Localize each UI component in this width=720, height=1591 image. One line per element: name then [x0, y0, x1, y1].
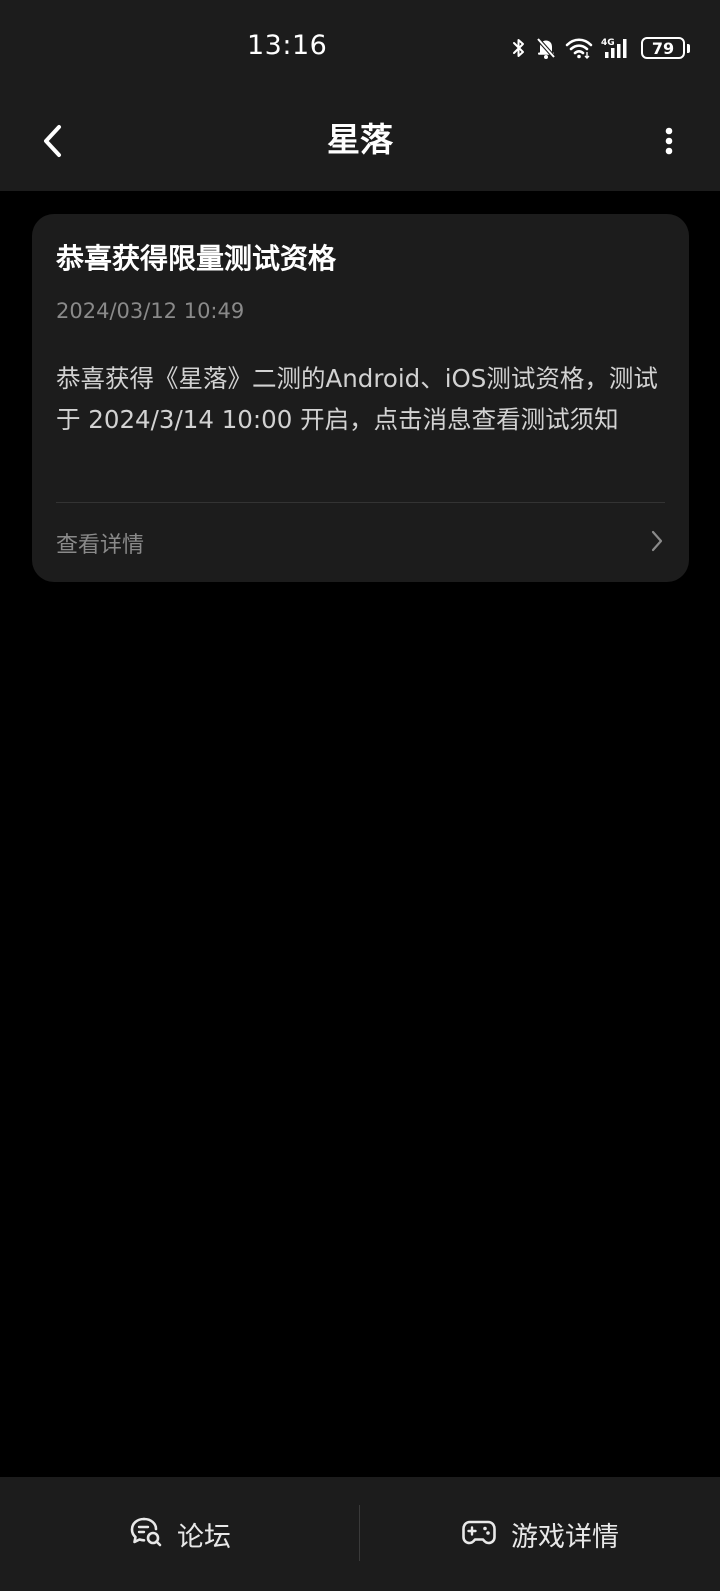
mute-bell-icon	[535, 36, 557, 60]
bottom-bar-divider	[359, 1505, 360, 1561]
app-header: 星落	[0, 95, 720, 191]
message-date: 2024/03/12 10:49	[56, 299, 245, 323]
status-time: 13:16	[247, 30, 328, 61]
battery-level: 79	[651, 38, 675, 58]
status-icons: 4G 79	[511, 33, 690, 63]
forum-tab-label: 论坛	[177, 1521, 231, 1553]
forum-tab[interactable]: 论坛	[0, 1477, 360, 1591]
game-details-tab[interactable]: 游戏详情	[360, 1477, 720, 1591]
wifi-icon	[565, 37, 593, 59]
message-body: 恭喜获得《星落》二测的Android、iOS测试资格，测试于 2024/3/14…	[56, 364, 658, 434]
view-details-label: 查看详情	[56, 532, 145, 558]
battery-tip	[687, 43, 690, 53]
bottom-action-bar: 论坛 游戏详情	[0, 1477, 720, 1591]
svg-text:4G: 4G	[601, 38, 615, 48]
more-vertical-icon	[664, 125, 674, 161]
message-title: 恭喜获得限量测试资格	[56, 242, 337, 275]
more-options-button[interactable]	[654, 115, 684, 171]
message-card[interactable]: 恭喜获得限量测试资格 2024/03/12 10:49 恭喜获得《星落》二测的A…	[32, 214, 689, 582]
battery-icon: 79	[641, 37, 685, 59]
chevron-right-icon	[649, 529, 665, 557]
forum-search-icon	[129, 1515, 163, 1553]
gamepad-icon	[461, 1517, 497, 1551]
status-bar: 13:16 4G 79	[0, 0, 720, 95]
view-details-link[interactable]: 查看详情	[56, 503, 665, 582]
bluetooth-icon	[511, 36, 527, 60]
game-details-tab-label: 游戏详情	[511, 1521, 619, 1553]
cellular-4g-icon: 4G	[601, 36, 633, 60]
page-title: 星落	[327, 120, 393, 159]
